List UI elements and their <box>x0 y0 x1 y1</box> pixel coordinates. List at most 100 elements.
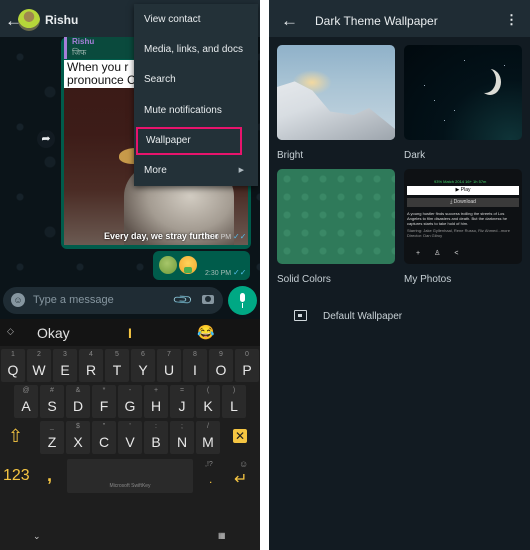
attach-icon[interactable]: 📎 <box>172 289 195 312</box>
space-bar[interactable]: Microsoft SwiftKey <box>67 459 193 493</box>
key-y[interactable]: 6Y <box>131 349 155 382</box>
tile-label-my-photos: My Photos <box>404 274 452 285</box>
key-x[interactable]: $ X <box>66 421 90 454</box>
more-options-icon[interactable]: ⋮ <box>505 12 518 28</box>
key-alt-label: @ <box>22 387 30 394</box>
key-o[interactable]: 9O <box>209 349 233 382</box>
preview-download: ⤓ Download <box>407 198 519 207</box>
overflow-menu: View contact Media, links, and docs Sear… <box>134 4 258 186</box>
menu-item-mute[interactable]: Mute notifications <box>134 97 258 125</box>
key-a[interactable]: @ A <box>14 385 38 418</box>
key-c[interactable]: " C <box>92 421 116 454</box>
shift-icon[interactable]: ⇧ <box>8 426 23 447</box>
menu-item-search[interactable]: Search <box>134 66 258 94</box>
default-wallpaper-button[interactable]: Default Wallpaper <box>323 311 402 322</box>
key-i[interactable]: 8I <box>183 349 207 382</box>
arrow-left-icon[interactable]: ← <box>281 12 298 29</box>
key-alt-label: : <box>155 423 157 430</box>
key-label: T <box>112 362 122 378</box>
key-label: D <box>72 398 84 414</box>
keyboard: ◇ Okay I 😂 1Q2W3E4R5T6Y7U8I9O0P @ A # S & D * F… <box>0 319 260 550</box>
key-u[interactable]: 7U <box>157 349 181 382</box>
suggestion-3[interactable]: 😂 <box>197 324 214 341</box>
key-alt-label: & <box>75 387 81 394</box>
key-m[interactable]: / M <box>196 421 220 454</box>
message-placeholder: Type a message <box>33 294 114 306</box>
suggestion-bar: ◇ Okay I 😂 <box>0 319 260 346</box>
key-label: R <box>85 362 97 378</box>
submenu-arrow-icon: ▶ <box>238 167 244 174</box>
key-w[interactable]: 2W <box>27 349 51 382</box>
key-h[interactable]: + H <box>144 385 168 418</box>
preview-description: A young hustler finds success trolling t… <box>407 211 510 238</box>
key-f[interactable]: * F <box>92 385 116 418</box>
key-n[interactable]: ; N <box>170 421 194 454</box>
key-label: W <box>32 362 46 378</box>
tile-bright[interactable] <box>277 45 395 140</box>
menu-item-more[interactable]: More ▶ <box>134 157 258 185</box>
camera-icon[interactable] <box>202 295 214 304</box>
chat-screen: ← Rishu Rishu जिफ When you r pronounce C… <box>0 0 260 550</box>
tile-label-dark: Dark <box>404 150 426 161</box>
moon-icon <box>474 67 496 93</box>
key-l[interactable]: ) L <box>222 385 246 418</box>
key-alt-label: * <box>102 387 106 394</box>
collapse-keyboard-icon[interactable]: ⌄ <box>33 531 41 542</box>
read-ticks-icon: ✓✓ <box>233 232 247 241</box>
key-label: C <box>98 434 110 450</box>
suggestion-1[interactable]: Okay <box>37 325 70 341</box>
emoji-icon[interactable]: ☺ <box>11 293 25 307</box>
key-r[interactable]: 4R <box>79 349 103 382</box>
message-time: 2:30 PM ✓✓ <box>205 268 247 277</box>
period-key[interactable]: . <box>209 472 212 486</box>
menu-item-wallpaper[interactable]: Wallpaper <box>136 127 242 155</box>
tile-solid-colors[interactable] <box>277 169 395 264</box>
keyboard-switch-icon[interactable]: ▦ <box>218 531 226 540</box>
avatar[interactable] <box>18 9 40 31</box>
enter-icon[interactable]: ↵ <box>234 469 247 489</box>
quoted-author: Rishu <box>72 37 95 46</box>
tile-my-photos[interactable]: 93% Match 2014 16+ 1h 57m ▶ Play ⤓ Downl… <box>404 169 522 264</box>
key-label: P <box>242 362 252 378</box>
key-alt-label: 0 <box>245 351 249 358</box>
preview-icons: + ♙ < <box>416 249 472 257</box>
menu-item-media[interactable]: Media, links, and docs <box>134 36 258 64</box>
key-alt-label: 8 <box>193 351 197 358</box>
key-e[interactable]: 3E <box>53 349 77 382</box>
key-j[interactable]: = J <box>170 385 194 418</box>
key-alt-label: - <box>128 387 132 394</box>
key-alt-label: 6 <box>141 351 145 358</box>
star <box>424 85 425 86</box>
mic-button[interactable] <box>228 286 257 315</box>
tile-dark[interactable] <box>404 45 522 140</box>
key-s[interactable]: # S <box>40 385 64 418</box>
key-q[interactable]: 1Q <box>1 349 25 382</box>
key-k[interactable]: (K <box>196 385 220 418</box>
gif-overlay-caption: Every day, we stray further <box>104 231 219 241</box>
menu-item-view-contact[interactable]: View contact <box>134 6 258 34</box>
backspace-icon[interactable]: ✕ <box>233 429 248 443</box>
key-v[interactable]: ' V <box>118 421 142 454</box>
key-alt-label: 1 <box>11 351 15 358</box>
suggestion-2[interactable]: I <box>128 325 132 341</box>
key-b[interactable]: :B <box>144 421 168 454</box>
message-input[interactable]: ☺ Type a message 📎 <box>3 287 223 314</box>
expand-toolbar-icon[interactable]: ◇ <box>7 326 14 337</box>
key-alt-label: $ <box>76 423 80 430</box>
emoji-message[interactable]: 2:30 PM ✓✓ <box>153 251 250 280</box>
tile-label-bright: Bright <box>277 150 304 161</box>
key-z[interactable]: _ Z <box>40 421 64 454</box>
key-g[interactable]: -G <box>118 385 142 418</box>
numbers-key[interactable]: 123 <box>3 467 30 485</box>
quoted-text: जिफ <box>72 48 87 57</box>
key-p[interactable]: 0P <box>235 349 259 382</box>
forward-icon[interactable]: ➦ <box>37 130 55 148</box>
comma-key[interactable]: , <box>47 465 52 486</box>
contact-name[interactable]: Rishu <box>45 13 78 27</box>
key-alt-label: # <box>50 387 54 394</box>
emoji-key-icon[interactable]: ☺ <box>239 459 248 469</box>
mountain-image <box>277 81 395 140</box>
key-d[interactable]: & D <box>66 385 90 418</box>
key-t[interactable]: 5T <box>105 349 129 382</box>
star <box>454 110 455 111</box>
